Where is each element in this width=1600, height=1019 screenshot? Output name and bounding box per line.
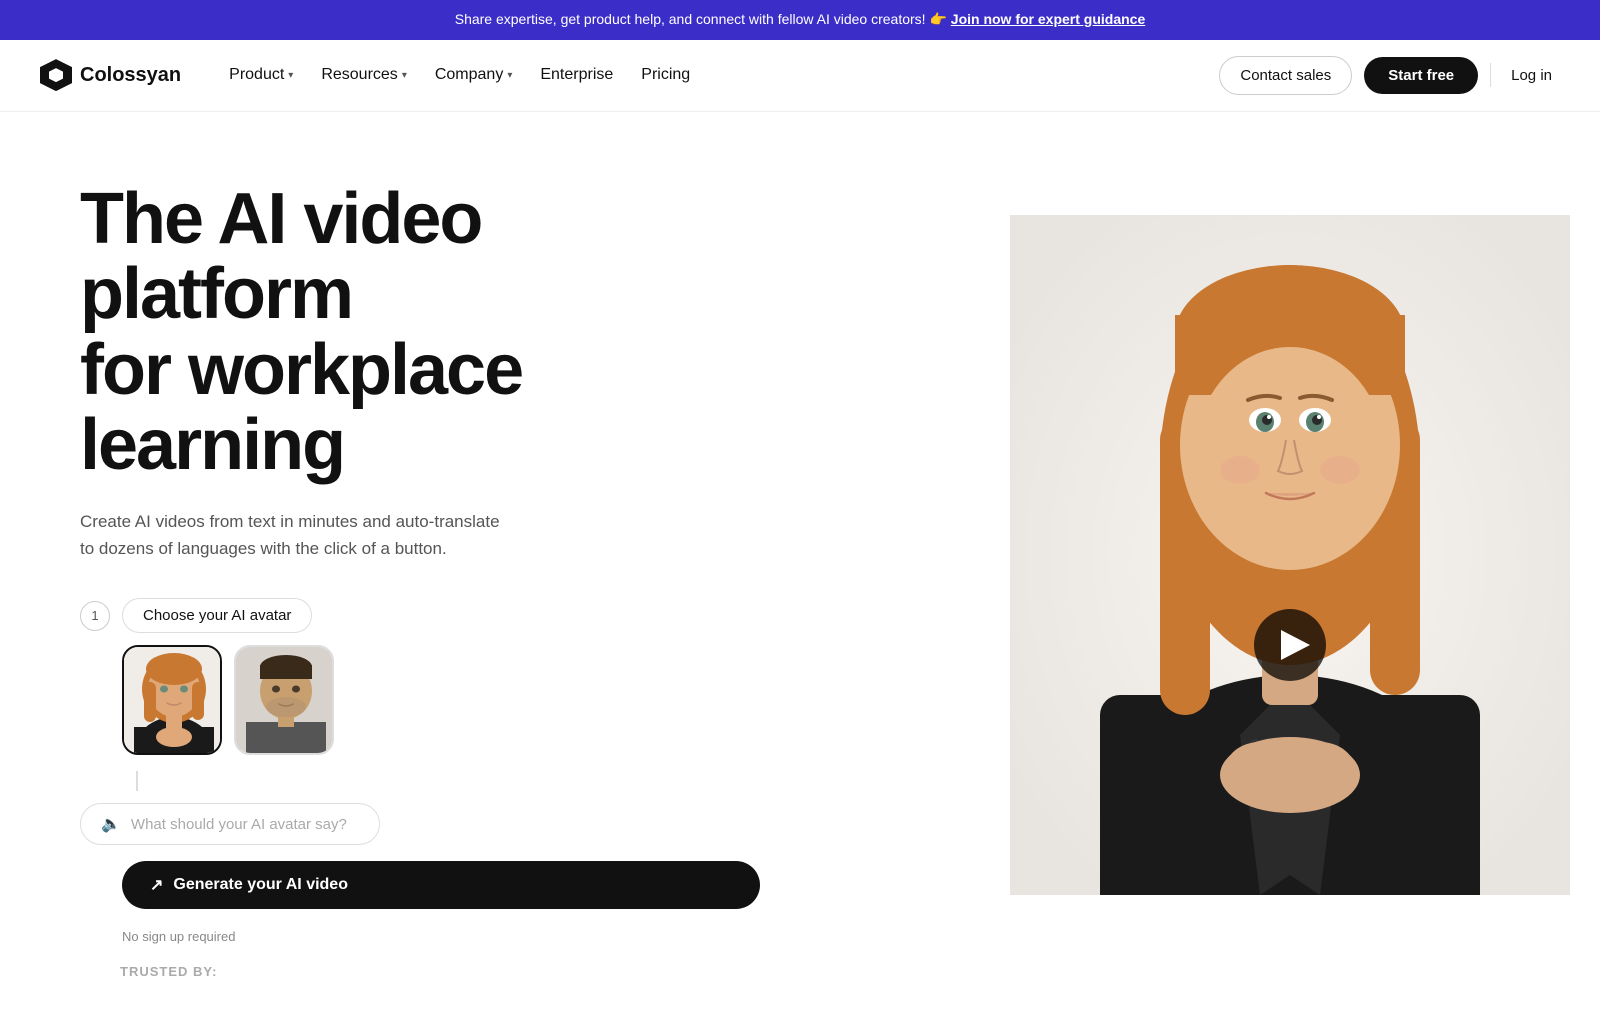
nav-item-pricing[interactable]: Pricing: [629, 58, 702, 92]
nav-right: Contact sales Start free Log in: [1219, 56, 1560, 95]
hero-subtitle: Create AI videos from text in minutes an…: [80, 508, 520, 562]
steps-vline: [136, 771, 138, 791]
logo-icon: [40, 59, 72, 91]
nav-item-product[interactable]: Product ▾: [217, 58, 305, 92]
announcement-banner: Share expertise, get product help, and c…: [0, 0, 1600, 40]
generate-label: Generate your AI video: [173, 876, 348, 894]
trusted-by-label: TRUSTED BY:: [120, 964, 760, 979]
hero-title-line2: for workplace learning: [80, 330, 522, 486]
nav-left: Colossyan Product ▾ Resources ▾ Company …: [40, 58, 702, 92]
logo-text: Colossyan: [80, 64, 181, 87]
nav-item-enterprise[interactable]: Enterprise: [528, 58, 625, 92]
step2-placeholder: What should your AI avatar say?: [131, 816, 347, 833]
nav-resources-label: Resources: [321, 66, 397, 84]
external-link-icon: ↗: [150, 875, 163, 895]
avatar-card-male[interactable]: [234, 645, 334, 755]
avatar-say-input[interactable]: 🔈 What should your AI avatar say?: [80, 803, 380, 845]
banner-text: Share expertise, get product help, and c…: [455, 11, 951, 27]
nav-item-company[interactable]: Company ▾: [423, 58, 525, 92]
contact-sales-button[interactable]: Contact sales: [1219, 56, 1352, 95]
hero-title-line1: The AI video platform: [80, 179, 481, 335]
nav-menu: Product ▾ Resources ▾ Company ▾ Enterpri…: [217, 58, 702, 92]
start-free-button[interactable]: Start free: [1364, 57, 1478, 94]
hero-title: The AI video platform for workplace lear…: [80, 182, 760, 484]
speaker-icon: 🔈: [101, 814, 121, 834]
step1-label[interactable]: Choose your AI avatar: [122, 598, 312, 633]
steps-container: 1 Choose your AI avatar: [80, 598, 760, 944]
step1-number: 1: [80, 601, 110, 631]
avatar-card-female[interactable]: [122, 645, 222, 755]
chevron-down-icon: ▾: [507, 70, 512, 81]
hero-right: [980, 112, 1600, 1019]
nav-divider: [1490, 63, 1491, 87]
chevron-down-icon: ▾: [402, 70, 407, 81]
navbar: Colossyan Product ▾ Resources ▾ Company …: [0, 40, 1600, 112]
step2-row: 🔈 What should your AI avatar say?: [80, 803, 760, 845]
nav-company-label: Company: [435, 66, 503, 84]
logo-icon-inner: [49, 68, 63, 82]
login-button[interactable]: Log in: [1503, 57, 1560, 94]
nav-pricing-label: Pricing: [641, 66, 690, 84]
step1-row: 1 Choose your AI avatar: [80, 598, 760, 633]
generate-video-button[interactable]: ↗ Generate your AI video: [122, 861, 760, 909]
chevron-down-icon: ▾: [288, 70, 293, 81]
no-signup-text: No sign up required: [122, 929, 760, 944]
nav-product-label: Product: [229, 66, 284, 84]
avatar-cards: [122, 645, 760, 755]
ai-person-figure: [1010, 235, 1570, 895]
hero-left: The AI video platform for workplace lear…: [80, 172, 760, 980]
hero-section: The AI video platform for workplace lear…: [0, 112, 1600, 1019]
banner-link[interactable]: Join now for expert guidance: [951, 11, 1145, 27]
nav-item-resources[interactable]: Resources ▾: [309, 58, 419, 92]
logo[interactable]: Colossyan: [40, 59, 181, 91]
nav-enterprise-label: Enterprise: [540, 66, 613, 84]
